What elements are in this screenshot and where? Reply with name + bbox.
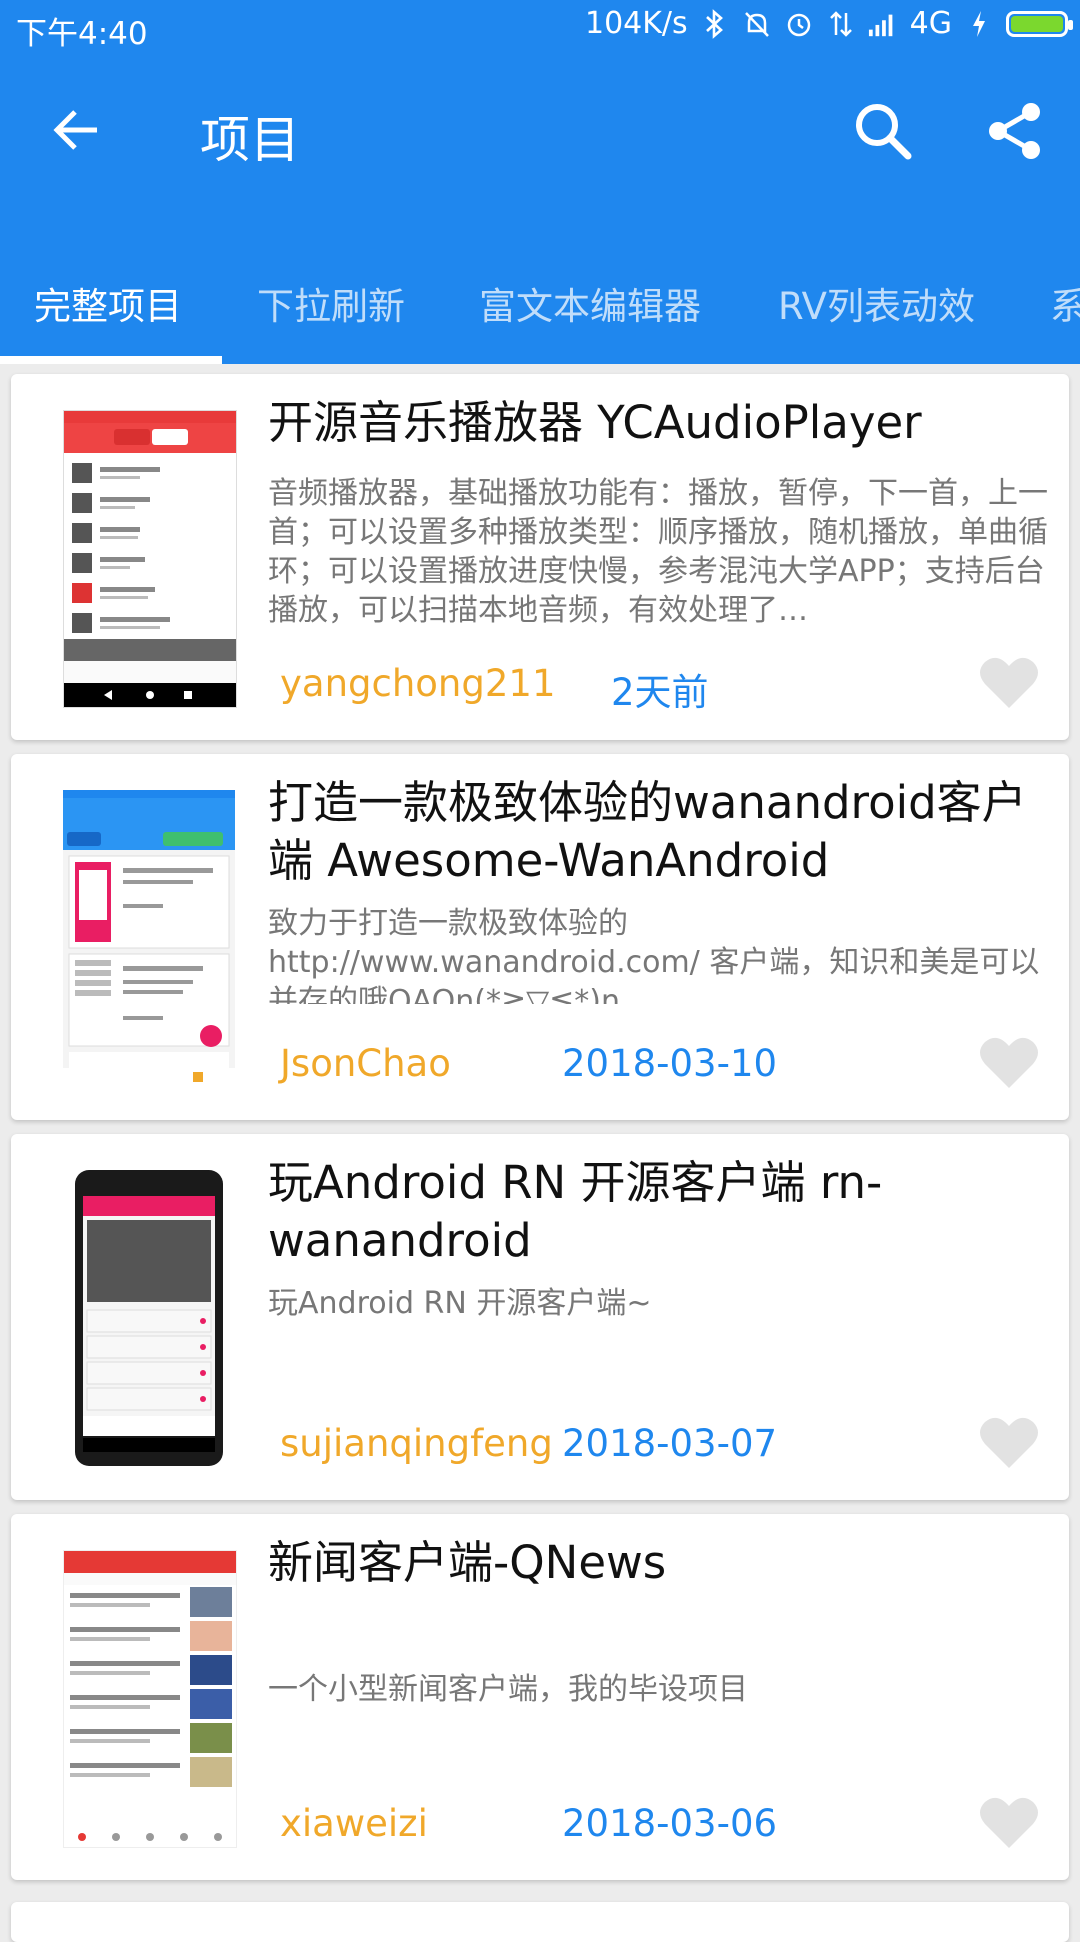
project-author[interactable]: JsonChao: [280, 1042, 451, 1085]
search-button[interactable]: [844, 92, 922, 170]
project-date: 2天前: [611, 671, 709, 714]
app-bar: 下午4:40 104K/s 4G 项目 完整项目 下拉刷新 富文本编辑器 RV列…: [0, 0, 1080, 364]
project-card[interactable]: 新闻客户端-QNews 一个小型新闻客户端，我的毕设项目 xiaweizi 20…: [11, 1514, 1069, 1880]
page-title: 项目: [200, 111, 300, 169]
back-button[interactable]: [40, 94, 112, 166]
network-speed: 104K/s: [584, 6, 688, 41]
share-button[interactable]: [976, 92, 1054, 170]
status-icons: 104K/s 4G: [584, 6, 1073, 41]
heart-icon[interactable]: [979, 1794, 1039, 1850]
tab-complete-projects[interactable]: 完整项目: [34, 276, 182, 330]
project-thumbnail: [63, 1170, 235, 1466]
project-description: 音频播放器，基础播放功能有：播放，暂停，下一首，上一首；可以设置多种播放类型：顺…: [268, 476, 1048, 628]
arrow-left-icon: [53, 110, 97, 150]
project-thumbnail: [63, 410, 237, 708]
project-card-partial[interactable]: [11, 1902, 1069, 1942]
heart-icon[interactable]: [979, 654, 1039, 710]
project-description: 玩Android RN 开源客户端~: [268, 1286, 652, 1321]
project-author[interactable]: yangchong211: [280, 662, 556, 705]
bluetooth-icon: [700, 8, 730, 39]
mute-icon: [742, 9, 772, 39]
project-card[interactable]: 打造一款极致体验的wanandroid客户端 Awesome-WanAndroi…: [11, 754, 1069, 1120]
project-date: 2018-03-06: [562, 1802, 778, 1845]
tab-rich-text-editor[interactable]: 富文本编辑器: [479, 276, 701, 330]
project-thumbnail: [63, 790, 235, 1086]
heart-icon[interactable]: [979, 1414, 1039, 1470]
battery-icon: [1006, 10, 1073, 37]
status-time: 下午4:40: [16, 16, 148, 52]
project-title: 新闻客户端-QNews: [268, 1536, 667, 1589]
project-title: 玩Android RN 开源客户端 rn-wanandroid: [268, 1156, 883, 1267]
network-type: 4G: [909, 6, 952, 41]
search-icon: [856, 104, 912, 160]
tab-rv-animation[interactable]: RV列表动效: [778, 276, 975, 330]
signal-icon: [868, 9, 898, 39]
project-description: 致力于打造一款极致体验的 http://www.wanandroid.com/ …: [268, 906, 1040, 1004]
toolbar: 项目: [0, 56, 1080, 206]
data-icon: [826, 9, 856, 39]
project-card[interactable]: 开源音乐播放器 YCAudioPlayer 音频播放器，基础播放功能有：播放，暂…: [11, 374, 1069, 740]
project-author[interactable]: xiaweizi: [280, 1802, 428, 1845]
alarm-icon: [784, 9, 814, 39]
project-author[interactable]: sujianqingfeng: [280, 1422, 553, 1465]
project-title: 打造一款极致体验的wanandroid客户端 Awesome-WanAndroi…: [268, 776, 1027, 887]
share-icon: [989, 103, 1040, 159]
project-thumbnail: [63, 1550, 237, 1848]
tab-indicator: [0, 356, 222, 364]
project-date: 2018-03-10: [562, 1042, 778, 1085]
project-card[interactable]: 玩Android RN 开源客户端 rn-wanandroid 玩Android…: [11, 1134, 1069, 1500]
tab-bar: 完整项目 下拉刷新 富文本编辑器 RV列表动效 系: [0, 262, 1080, 364]
status-bar: 下午4:40 104K/s 4G: [0, 0, 1080, 56]
project-description: 一个小型新闻客户端，我的毕设项目: [268, 1672, 748, 1707]
charging-icon: [964, 9, 994, 39]
tab-more[interactable]: 系: [1050, 276, 1080, 330]
heart-icon[interactable]: [979, 1034, 1039, 1090]
project-date: 2018-03-07: [562, 1422, 778, 1465]
tab-pull-refresh[interactable]: 下拉刷新: [257, 276, 405, 330]
project-title: 开源音乐播放器 YCAudioPlayer: [268, 396, 922, 449]
